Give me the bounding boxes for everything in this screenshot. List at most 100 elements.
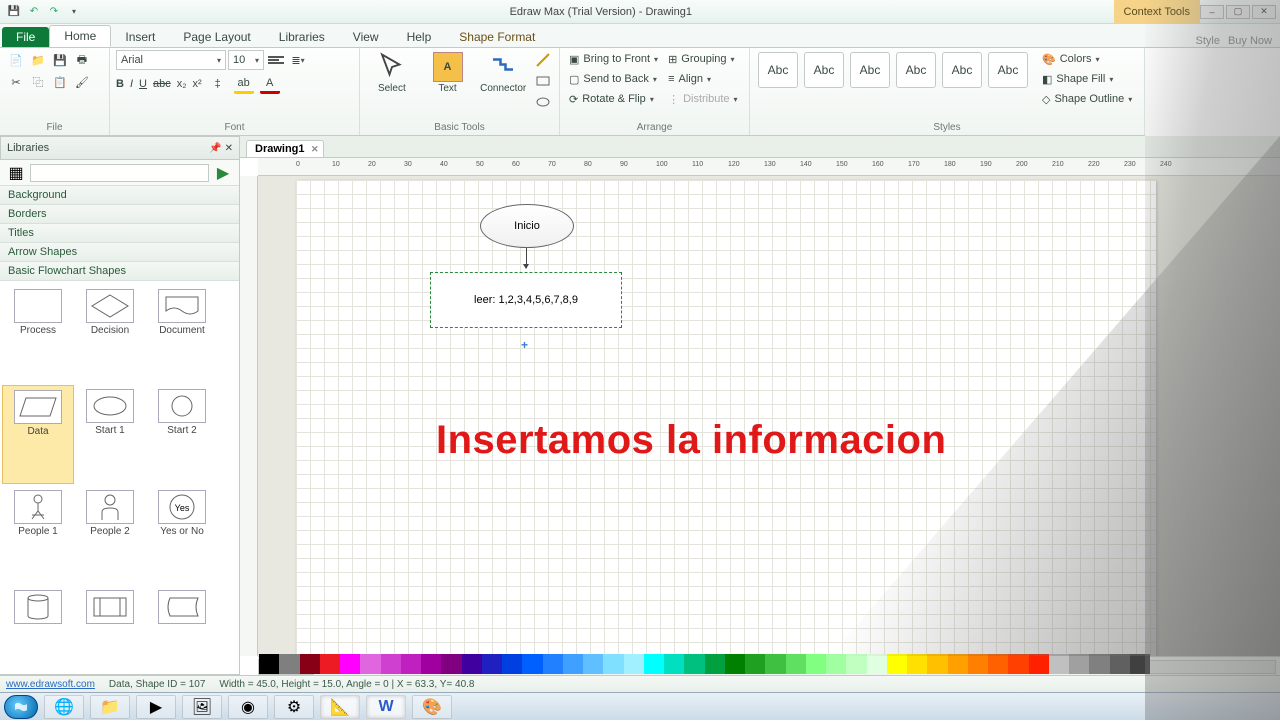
text-tool[interactable]: AText — [422, 50, 474, 94]
color-swatch[interactable] — [988, 654, 1008, 674]
tab-shape-format[interactable]: Shape Format — [445, 27, 549, 47]
flowchart-data-shape[interactable]: leer: 1,2,3,4,5,6,7,8,9 — [430, 272, 622, 328]
color-swatch[interactable] — [765, 654, 785, 674]
shape-database[interactable] — [2, 586, 74, 673]
taskbar-pictures-icon[interactable]: 🖼 — [182, 695, 222, 719]
flowchart-start-shape[interactable]: Inicio — [480, 204, 574, 248]
lib-cat-background[interactable]: Background — [0, 186, 239, 205]
connection-point-icon[interactable]: + — [521, 338, 528, 352]
maximize-button[interactable]: ▢ — [1226, 5, 1250, 19]
color-swatch[interactable] — [846, 654, 866, 674]
shape-start1[interactable]: Start 1 — [74, 385, 146, 485]
document-tab-drawing1[interactable]: Drawing1✕ — [246, 140, 324, 157]
flowchart-connector[interactable] — [526, 248, 527, 268]
color-swatch[interactable] — [522, 654, 542, 674]
shape-decision[interactable]: Decision — [74, 285, 146, 383]
status-url[interactable]: www.edrawsoft.com — [6, 679, 95, 690]
color-swatch[interactable] — [624, 654, 644, 674]
lib-search-dropdown[interactable] — [30, 164, 209, 182]
color-swatch[interactable] — [705, 654, 725, 674]
tab-libraries[interactable]: Libraries — [265, 27, 339, 47]
style-preset-6[interactable]: Abc — [988, 52, 1028, 88]
subscript-button[interactable]: x₂ — [177, 78, 187, 90]
shape-internal[interactable] — [74, 586, 146, 673]
colors-dropdown[interactable]: 🎨 Colors ▾ — [1042, 50, 1132, 68]
style-preset-4[interactable]: Abc — [896, 52, 936, 88]
color-swatch[interactable] — [421, 654, 441, 674]
library-pin-icon[interactable]: 📌 — [209, 143, 221, 154]
shape-outline-dropdown[interactable]: ◇ Shape Outline ▾ — [1042, 90, 1132, 108]
close-doc-icon[interactable]: ✕ — [311, 144, 319, 155]
qat-save-icon[interactable]: 💾 — [6, 4, 22, 20]
strike-button[interactable]: abc — [153, 78, 171, 90]
color-swatch[interactable] — [1089, 654, 1109, 674]
shape-people2[interactable]: People 2 — [74, 486, 146, 584]
color-swatch[interactable] — [1069, 654, 1089, 674]
bring-to-front[interactable]: ▣ Bring to Front ▾ — [566, 50, 661, 68]
italic-button[interactable]: I — [130, 78, 133, 90]
color-swatch[interactable] — [1049, 654, 1069, 674]
shape-people1[interactable]: People 1 — [2, 486, 74, 584]
color-swatch[interactable] — [664, 654, 684, 674]
taskbar-settings-icon[interactable]: ⚙ — [274, 695, 314, 719]
shape-fill-dropdown[interactable]: ◧ Shape Fill ▾ — [1042, 70, 1132, 88]
open-icon[interactable]: 📁 — [28, 50, 48, 70]
tab-home[interactable]: Home — [49, 25, 111, 47]
format-painter-icon[interactable]: 🖌 — [72, 72, 92, 92]
color-swatch[interactable] — [948, 654, 968, 674]
color-swatch[interactable] — [482, 654, 502, 674]
color-swatch[interactable] — [927, 654, 947, 674]
color-swatch[interactable] — [907, 654, 927, 674]
align[interactable]: ≡ Align ▾ — [665, 70, 740, 88]
distribute[interactable]: ⋮ Distribute ▾ — [665, 90, 740, 108]
buy-now-link[interactable]: Buy Now — [1228, 35, 1272, 47]
color-swatch[interactable] — [745, 654, 765, 674]
taskbar-media-icon[interactable]: ▶ — [136, 695, 176, 719]
tab-help[interactable]: Help — [393, 27, 446, 47]
font-color-icon[interactable]: A — [260, 74, 280, 94]
qat-undo-icon[interactable]: ↶ — [26, 4, 42, 20]
connector-tool[interactable]: Connector — [477, 50, 529, 94]
line-spacing-icon[interactable]: ‡ — [208, 74, 228, 94]
style-link[interactable]: Style — [1196, 35, 1220, 47]
shape-stored[interactable] — [146, 586, 218, 673]
close-button[interactable]: ✕ — [1252, 5, 1276, 19]
lib-gallery-icon[interactable]: ▦ — [6, 163, 26, 183]
lib-cat-arrow-shapes[interactable]: Arrow Shapes — [0, 243, 239, 262]
style-preset-2[interactable]: Abc — [804, 52, 844, 88]
ellipse-tool-icon[interactable] — [533, 92, 553, 112]
tab-insert[interactable]: Insert — [111, 27, 169, 47]
color-swatch[interactable] — [441, 654, 461, 674]
paste-icon[interactable]: 📋 — [50, 72, 70, 92]
bold-button[interactable]: B — [116, 78, 124, 90]
qat-redo-icon[interactable]: ↷ — [46, 4, 62, 20]
canvas[interactable]: Inicio leer: 1,2,3,4,5,6,7,8,9 + Inserta… — [258, 176, 1280, 656]
rect-tool-icon[interactable] — [533, 71, 553, 91]
color-swatch[interactable] — [502, 654, 522, 674]
tab-view[interactable]: View — [339, 27, 393, 47]
color-swatch[interactable] — [340, 654, 360, 674]
drawing-page[interactable]: Inicio leer: 1,2,3,4,5,6,7,8,9 + Inserta… — [296, 180, 1156, 656]
grouping[interactable]: ⊞ Grouping ▾ — [665, 50, 740, 68]
shape-start2[interactable]: Start 2 — [146, 385, 218, 485]
lib-cat-titles[interactable]: Titles — [0, 224, 239, 243]
taskbar-word-icon[interactable]: W — [366, 695, 406, 719]
lib-go-icon[interactable]: ▶ — [213, 163, 233, 183]
color-swatch[interactable] — [786, 654, 806, 674]
list-dropdown-icon[interactable]: ≣▾ — [288, 50, 308, 70]
superscript-button[interactable]: x² — [193, 78, 202, 90]
start-button[interactable] — [4, 695, 38, 719]
line-tool-icon[interactable] — [533, 50, 553, 70]
color-swatch[interactable] — [968, 654, 988, 674]
lib-cat-borders[interactable]: Borders — [0, 205, 239, 224]
tab-page-layout[interactable]: Page Layout — [169, 27, 264, 47]
print-icon[interactable]: 🖶 — [72, 50, 92, 70]
shape-yes-no[interactable]: YesYes or No — [146, 486, 218, 584]
font-size-dropdown[interactable]: 10▾ — [228, 50, 264, 70]
color-swatch[interactable] — [887, 654, 907, 674]
color-swatch[interactable] — [259, 654, 279, 674]
color-swatch[interactable] — [1029, 654, 1049, 674]
rotate-flip[interactable]: ⟳ Rotate & Flip ▾ — [566, 90, 661, 108]
color-swatch[interactable] — [300, 654, 320, 674]
color-swatch[interactable] — [583, 654, 603, 674]
